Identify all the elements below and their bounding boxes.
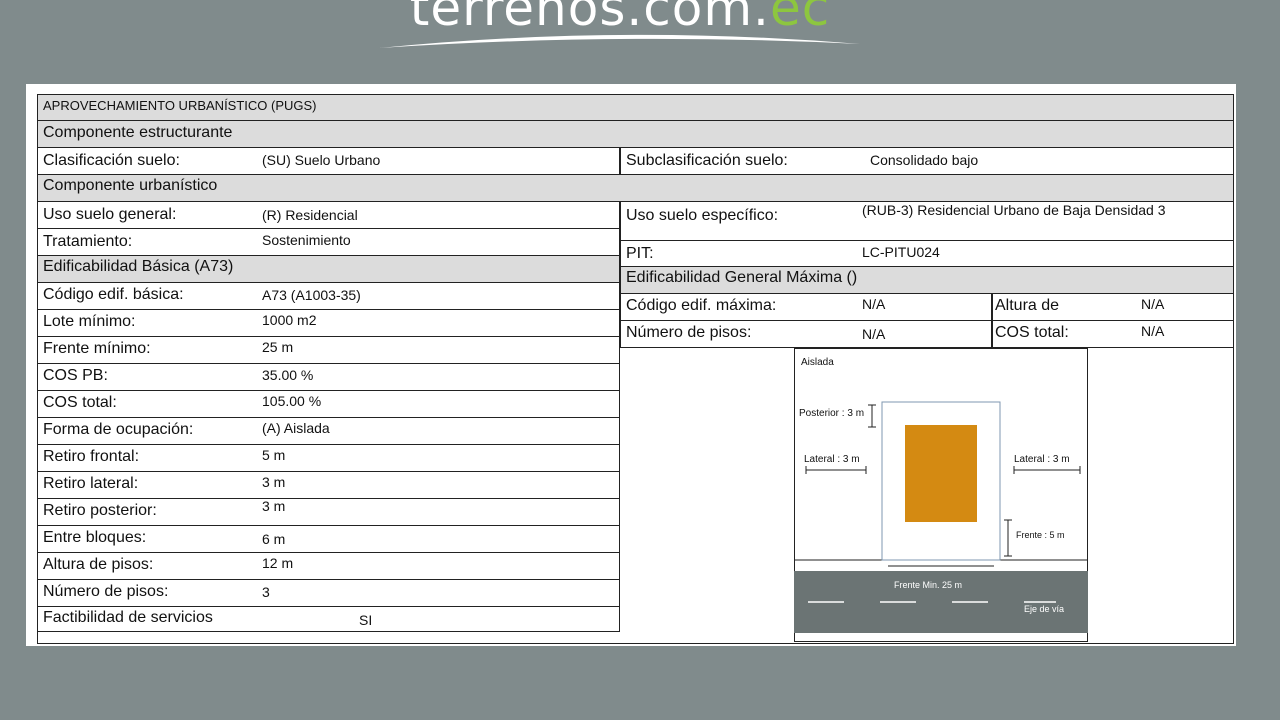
subclasificacion-value: Consolidado bajo xyxy=(870,152,979,168)
row-label: COS PB: xyxy=(43,367,108,384)
lateral-left-label: Lateral : 3 m xyxy=(804,454,860,465)
pit-label: PIT: xyxy=(626,245,654,262)
frente-label: Frente : 5 m xyxy=(1016,530,1065,540)
row-value: 105.00 % xyxy=(262,393,322,409)
doc-title: APROVECHAMIENTO URBANÍSTICO (PUGS) xyxy=(43,98,317,113)
row-value: 25 m xyxy=(262,339,294,355)
row-label: Altura de pisos: xyxy=(43,556,154,573)
row-value: 6 m xyxy=(262,531,286,547)
uso-especifico-value: (RUB-3) Residencial Urbano de Baja Densi… xyxy=(862,202,1166,218)
num-pisos-max-value: N/A xyxy=(862,326,886,342)
row-label: Retiro frontal: xyxy=(43,448,140,465)
row-label: Número de pisos: xyxy=(43,583,169,600)
row-value: A73 (A1003-35) xyxy=(262,287,361,303)
subclasificacion-label: Subclasificación suelo: xyxy=(626,152,788,169)
building-footprint xyxy=(905,425,977,522)
uso-especifico-label: Uso suelo específico: xyxy=(626,207,779,224)
row-label: Entre bloques: xyxy=(43,529,147,546)
row-label: Código edif. básica: xyxy=(43,286,184,303)
row-value: 35.00 % xyxy=(262,367,314,383)
codigo-max-value: N/A xyxy=(862,296,886,312)
table-row xyxy=(37,390,620,417)
outer-right-border xyxy=(1233,348,1234,644)
uso-general-label: Uso suelo general: xyxy=(43,206,177,223)
document-sheet: APROVECHAMIENTO URBANÍSTICO (PUGS) Compo… xyxy=(26,84,1236,646)
row-value: 5 m xyxy=(262,447,286,463)
codigo-max-label: Código edif. máxima: xyxy=(626,297,777,314)
altura-de-label: Altura de xyxy=(995,297,1060,314)
uso-general-value: (R) Residencial xyxy=(262,207,358,223)
tratamiento-label: Tratamiento: xyxy=(43,233,133,250)
row-value: 12 m xyxy=(262,555,294,571)
setback-diagram: Aislada Posterior : 3 m Lateral : 3 m La… xyxy=(794,348,1088,642)
row-value: 3 m xyxy=(262,498,286,514)
row-value: 3 xyxy=(262,584,270,600)
pit-value: LC-PITU024 xyxy=(862,244,940,260)
tratamiento-value: Sostenimiento xyxy=(262,232,351,248)
componente-urbanistico-heading: Componente urbanístico xyxy=(43,177,218,194)
edif-basica-heading: Edificabilidad Básica (A73) xyxy=(43,258,234,275)
frente-min-label: Frente Min. 25 m xyxy=(894,580,963,590)
row-value: 1000 m2 xyxy=(262,312,317,328)
row-label: Retiro posterior: xyxy=(43,502,157,519)
row-value: 3 m xyxy=(262,474,286,490)
factibilidad-value: SI xyxy=(359,612,373,628)
altura-de-value: N/A xyxy=(1141,296,1165,312)
row-label: Lote mínimo: xyxy=(43,313,136,330)
logo-swoosh-icon xyxy=(380,34,860,48)
eje-via-label: Eje de vía xyxy=(1024,604,1065,614)
cos-total-max-label: COS total: xyxy=(995,324,1069,341)
factibilidad-label: Factibilidad de servicios xyxy=(43,609,213,626)
table-row xyxy=(37,363,620,390)
land-use-table: APROVECHAMIENTO URBANÍSTICO (PUGS) Compo… xyxy=(37,94,1234,644)
clasificacion-value: (SU) Suelo Urbano xyxy=(262,152,381,168)
row-label: Forma de ocupación: xyxy=(43,421,194,438)
cos-total-max-value: N/A xyxy=(1141,323,1165,339)
row-label: Frente mínimo: xyxy=(43,340,151,357)
site-logo[interactable]: terrenos.com.ec xyxy=(380,0,860,53)
row-label: COS total: xyxy=(43,394,117,411)
outer-bottom-border xyxy=(37,643,1234,644)
componente-estructurante-heading: Componente estructurante xyxy=(43,124,233,141)
row-label: Retiro lateral: xyxy=(43,475,139,492)
lateral-right-label: Lateral : 3 m xyxy=(1014,454,1070,465)
edif-max-heading: Edificabilidad General Máxima () xyxy=(626,269,858,286)
num-pisos-max-label: Número de pisos: xyxy=(626,324,752,341)
setback-diagram-svg xyxy=(794,348,1088,642)
row-value: (A) Aislada xyxy=(262,420,330,436)
clasificacion-label: Clasificación suelo: xyxy=(43,152,180,169)
diagram-title: Aislada xyxy=(801,357,834,368)
posterior-label: Posterior : 3 m xyxy=(799,408,865,419)
